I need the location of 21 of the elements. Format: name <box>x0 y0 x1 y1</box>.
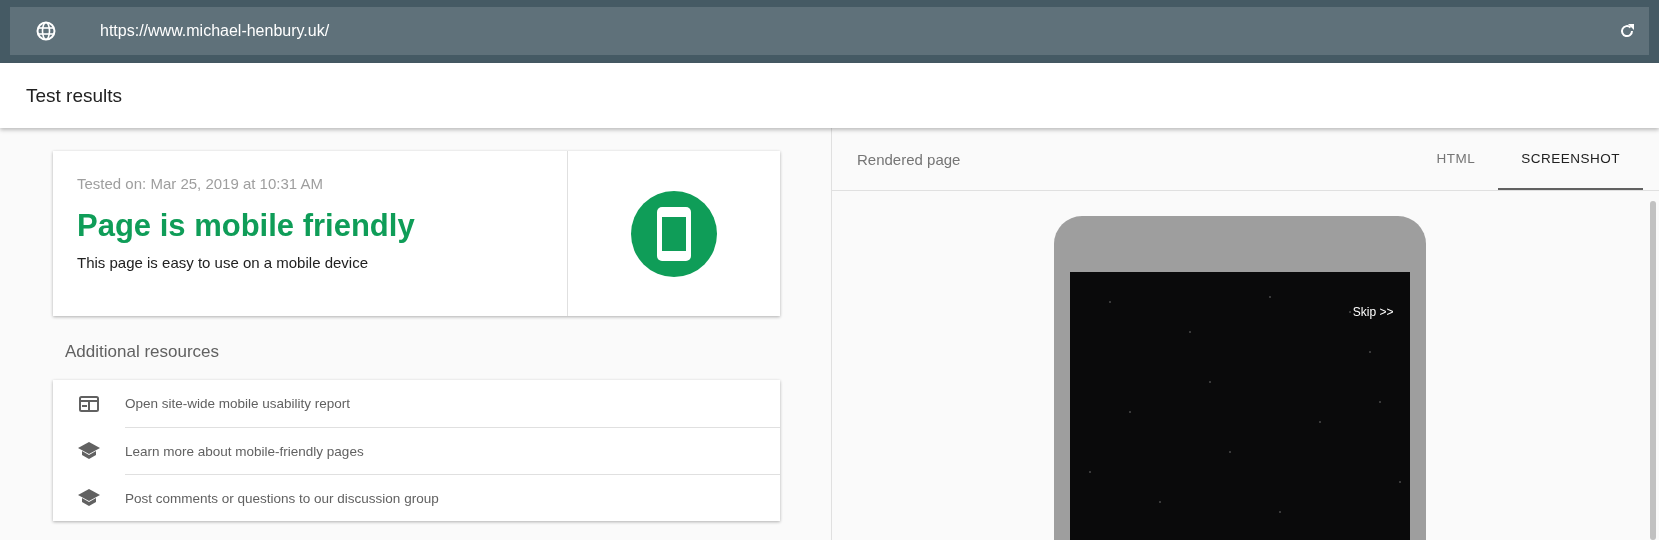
graduation-cap-icon <box>78 488 100 507</box>
verdict-description: This page is easy to use on a mobile device <box>77 254 369 271</box>
panel-title: Rendered page <box>857 150 962 168</box>
reload-icon[interactable] <box>1619 23 1635 39</box>
graduation-cap-icon <box>78 441 100 460</box>
resource-link[interactable]: Open site-wide mobile usability report <box>125 396 351 411</box>
tab[interactable]: HTML <box>1413 128 1499 190</box>
globe-icon <box>36 21 56 41</box>
page-title: Test results <box>26 84 123 107</box>
resource-link[interactable]: Post comments or questions to our discussion group <box>125 490 439 506</box>
verdict-heading: Page is mobile friendly <box>77 208 416 244</box>
dashboard-icon <box>79 395 99 412</box>
phone-icon <box>631 190 717 277</box>
address-bar[interactable]: https://www.michael-henbury.uk/ <box>10 7 1649 55</box>
url-text: https://www.michael-henbury.uk/ <box>100 22 331 40</box>
skip-link[interactable]: Skip >> <box>1352 305 1394 319</box>
scrollbar[interactable] <box>1650 201 1656 540</box>
tab[interactable]: SCREENSHOT <box>1498 128 1643 190</box>
tested-date: Tested on: Mar 25, 2019 at 10:31 AM <box>77 175 324 192</box>
resource-link[interactable]: Learn more about mobile-friendly pages <box>125 443 364 459</box>
section-heading: Additional resources <box>65 342 221 362</box>
